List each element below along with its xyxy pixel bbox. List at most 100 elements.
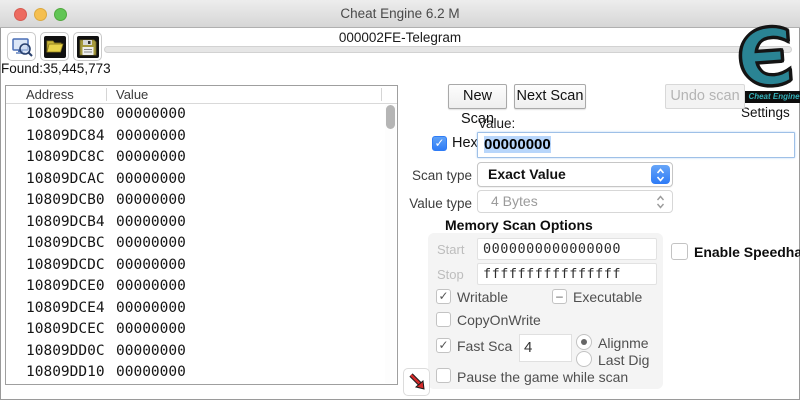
table-row[interactable]: 10809DD0C 00000000 xyxy=(6,341,397,363)
scan-progress-bar xyxy=(104,46,792,53)
value-type-select[interactable]: 4 Bytes xyxy=(477,190,673,213)
table-header: Address Value xyxy=(6,86,397,104)
value-cell: 00000000 xyxy=(116,384,186,385)
memory-pointer-button[interactable] xyxy=(403,368,430,396)
writable-label: Writable xyxy=(457,289,508,305)
table-scrollbar[interactable] xyxy=(385,105,396,383)
address-cell: 10809DC80 xyxy=(26,104,105,126)
next-scan-button[interactable]: Next Scan xyxy=(514,84,586,109)
value-cell: 00000000 xyxy=(116,276,186,298)
scan-type-value: Exact Value xyxy=(488,166,566,182)
value-cell: 00000000 xyxy=(116,298,186,320)
address-cell: 10809DCDC xyxy=(26,255,105,277)
memory-scan-options-heading: Memory Scan Options xyxy=(445,217,593,233)
value-cell: 00000000 xyxy=(116,255,186,277)
chevron-up-down-icon xyxy=(651,165,670,184)
executable-checkbox[interactable]: – xyxy=(552,289,567,304)
attached-process-label: 000002FE-Telegram xyxy=(0,30,800,45)
address-cell: 10809DC84 xyxy=(26,126,105,148)
new-scan-button[interactable]: New Scan xyxy=(448,84,507,109)
value-cell: 00000000 xyxy=(116,233,186,255)
undo-scan-button[interactable]: Undo scan xyxy=(665,84,745,109)
value-cell: 00000000 xyxy=(116,190,186,212)
table-row[interactable]: 10809DCE0 00000000 xyxy=(6,276,397,298)
column-divider[interactable] xyxy=(106,88,107,101)
address-cell: 10809DCAC xyxy=(26,169,105,191)
table-row[interactable]: 10809DCE4 00000000 xyxy=(6,298,397,320)
select-process-button[interactable] xyxy=(7,32,36,61)
address-cell: 10809DCE4 xyxy=(26,298,105,320)
table-row[interactable]: 10809DC84 00000000 xyxy=(6,126,397,148)
start-label: Start xyxy=(437,242,464,257)
found-count-label: Found:35,445,773 xyxy=(1,61,111,76)
column-header-address[interactable]: Address xyxy=(26,87,74,102)
value-cell: 00000000 xyxy=(116,212,186,234)
radio-dot xyxy=(581,339,587,345)
pause-game-label: Pause the game while scan xyxy=(457,369,628,385)
hex-checkbox[interactable]: ✓ xyxy=(432,136,447,151)
table-row[interactable]: 10809DCDC 00000000 xyxy=(6,255,397,277)
address-cell: 10809DD10 xyxy=(26,362,105,384)
scrollbar-thumb[interactable] xyxy=(386,105,395,129)
fast-scan-alignment-input[interactable]: 4 xyxy=(519,334,572,362)
value-cell: 00000000 xyxy=(116,126,186,148)
value-input-text: 00000000 xyxy=(484,136,551,153)
value-cell: 00000000 xyxy=(116,341,186,363)
open-table-button[interactable] xyxy=(40,32,69,61)
column-header-value[interactable]: Value xyxy=(116,87,148,102)
copy-on-write-label: CopyOnWrite xyxy=(457,312,541,328)
last-digits-radio[interactable] xyxy=(576,351,592,367)
settings-label: Settings xyxy=(741,105,790,120)
writable-checkbox[interactable]: ✓ xyxy=(436,289,451,304)
value-input[interactable]: 00000000 xyxy=(477,132,795,158)
scan-results-body: 10809DC800000000010809DC840000000010809D… xyxy=(6,104,397,384)
address-cell: 10809DC8C xyxy=(26,147,105,169)
address-cell: 10809DCB4 xyxy=(26,212,105,234)
address-cell: 10809DD0C xyxy=(26,341,105,363)
cheat-engine-logo-banner: Cheat Engine xyxy=(738,91,800,103)
address-cell: 10809DCEC xyxy=(26,319,105,341)
title-bar: Cheat Engine 6.2 M xyxy=(0,0,800,28)
window-title: Cheat Engine 6.2 M xyxy=(0,0,800,28)
enable-speedhack-label: Enable Speedha xyxy=(694,244,800,260)
table-row[interactable]: 10809DD14 00000000 xyxy=(6,384,397,385)
address-cell: 10809DD14 xyxy=(26,384,105,385)
open-file-icon xyxy=(44,36,66,58)
value-type-label: Value type xyxy=(400,196,472,211)
alignment-radio[interactable] xyxy=(576,334,592,350)
table-row[interactable]: 10809DC80 00000000 xyxy=(6,104,397,126)
table-row[interactable]: 10809DCAC00000000 xyxy=(6,169,397,191)
red-arrow-icon xyxy=(407,372,427,392)
chevron-up-down-icon xyxy=(651,193,670,210)
table-row[interactable]: 10809DCB4 00000000 xyxy=(6,212,397,234)
scan-type-label: Scan type xyxy=(400,168,472,183)
value-cell: 00000000 xyxy=(116,362,186,384)
enable-speedhack-checkbox[interactable] xyxy=(671,243,688,260)
table-row[interactable]: 10809DD10 00000000 xyxy=(6,362,397,384)
value-cell: 00000000 xyxy=(116,319,186,341)
value-cell: 00000000 xyxy=(116,147,186,169)
value-cell: 00000000 xyxy=(116,104,186,126)
column-divider[interactable] xyxy=(381,88,382,101)
value-type-value: 4 Bytes xyxy=(491,193,538,209)
table-row[interactable]: 10809DCB0 00000000 xyxy=(6,190,397,212)
fast-scan-label: Fast Sca xyxy=(457,338,519,354)
select-process-icon xyxy=(11,36,33,58)
copy-on-write-checkbox[interactable] xyxy=(436,312,451,327)
address-cell: 10809DCE0 xyxy=(26,276,105,298)
alignment-label: Alignme xyxy=(598,335,649,351)
scan-type-select[interactable]: Exact Value xyxy=(477,162,673,187)
table-row[interactable]: 10809DCBC 00000000 xyxy=(6,233,397,255)
address-cell: 10809DCB0 xyxy=(26,190,105,212)
stop-address-input[interactable]: ffffffffffffffff xyxy=(477,263,657,285)
table-row[interactable]: 10809DCEC 00000000 xyxy=(6,319,397,341)
cheat-engine-window: Cheat Engine 6.2 M 000002FE-Telegram xyxy=(0,0,800,400)
address-cell: 10809DCBC xyxy=(26,233,105,255)
stop-label: Stop xyxy=(437,267,464,282)
save-file-icon xyxy=(77,36,99,58)
start-address-input[interactable]: 0000000000000000 xyxy=(477,238,657,260)
save-table-button[interactable] xyxy=(73,32,102,61)
fast-scan-checkbox[interactable]: ✓ xyxy=(436,338,451,353)
table-row[interactable]: 10809DC8C 00000000 xyxy=(6,147,397,169)
pause-game-checkbox[interactable] xyxy=(436,368,451,383)
